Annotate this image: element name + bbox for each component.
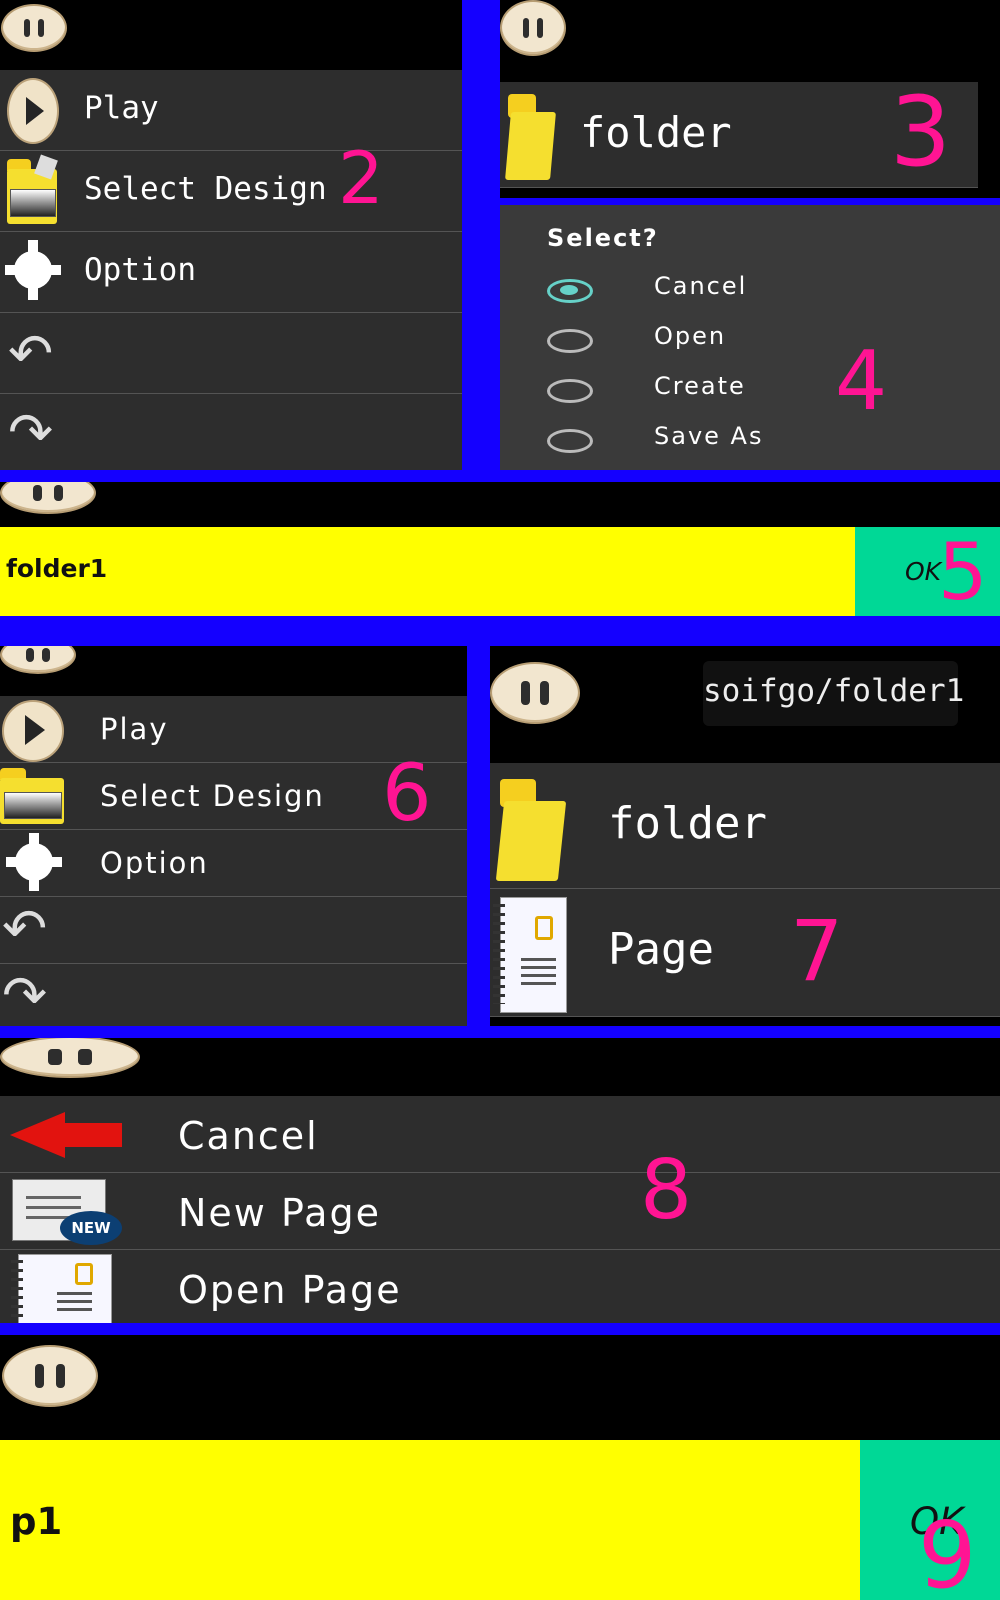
path-label: soifgo/folder1: [703, 673, 965, 709]
redo-icon: ↷: [8, 401, 54, 464]
menu-item-redo[interactable]: ↷: [0, 394, 462, 470]
action-open-page[interactable]: Open Page: [0, 1250, 1000, 1323]
menu-item-option[interactable]: Option: [0, 830, 467, 897]
back-arrow-icon: [10, 1112, 122, 1158]
undo-icon: ↶: [2, 897, 48, 960]
radio-option-cancel[interactable]: Cancel: [547, 269, 847, 309]
screen-6-main-menu: Play Select Design Option ↶ ↷ 6: [0, 646, 467, 1026]
step-marker: 5: [938, 528, 988, 616]
screen-4-select-dialog: Select? Cancel Open Create Save As 4: [500, 205, 1000, 470]
step-marker: 9: [918, 1502, 977, 1600]
pause-button[interactable]: [500, 0, 566, 56]
folder-icon: [7, 154, 58, 224]
menu-item-redo[interactable]: ↷: [0, 964, 467, 1026]
folder-icon: [0, 768, 65, 824]
menu-item-label: Select Design: [84, 171, 327, 207]
play-icon: [2, 700, 64, 762]
radio-option-open[interactable]: Open: [547, 319, 847, 359]
radio-icon[interactable]: [547, 379, 593, 403]
input-value: folder1: [6, 554, 108, 583]
action-label: Cancel: [178, 1114, 319, 1158]
folder-label: folder: [580, 108, 732, 157]
radio-label: Save As: [654, 422, 764, 450]
screen-9-page-name-input: p1 OK 9: [0, 1335, 1000, 1600]
new-page-icon: NEW: [10, 1177, 122, 1247]
page-icon: [11, 1254, 112, 1323]
page-label: Page: [608, 924, 714, 975]
current-path: soifgo/folder1: [703, 661, 964, 726]
menu-item-label: Play: [84, 90, 159, 126]
ok-button[interactable]: OK 9: [860, 1440, 1000, 1600]
step-marker: 3: [890, 76, 952, 188]
screen-8-page-actions: Cancel NEW New Page Open Page 8: [0, 1038, 1000, 1323]
folder-icon: [505, 94, 556, 180]
screen-2-main-menu: Play Select Design Option ↶ ↷ 2: [0, 0, 462, 470]
undo-icon: ↶: [8, 322, 54, 385]
menu-item-undo[interactable]: ↶: [0, 313, 462, 394]
step-marker: 7: [790, 902, 844, 1000]
step-marker: 6: [382, 749, 432, 839]
radio-label: Create: [654, 372, 746, 400]
menu-item-label: Play: [100, 712, 169, 746]
menu-item-label: Option: [84, 252, 196, 288]
radio-option-create[interactable]: Create: [547, 369, 847, 409]
pause-button[interactable]: [0, 1038, 140, 1078]
action-new-page[interactable]: NEW New Page: [0, 1173, 1000, 1250]
radio-icon[interactable]: [547, 329, 593, 353]
play-icon: [7, 78, 59, 144]
radio-icon[interactable]: [547, 429, 593, 453]
dialog-title: Select?: [547, 224, 659, 252]
radio-label: Cancel: [654, 272, 748, 300]
gear-icon: [2, 833, 66, 893]
page-row[interactable]: Page 7: [490, 889, 1000, 1017]
gear-icon: [5, 238, 61, 308]
step-marker: 2: [338, 136, 384, 220]
pause-button[interactable]: [2, 1345, 98, 1407]
menu-item-label: Select Design: [100, 779, 325, 813]
radio-selected-icon[interactable]: [547, 279, 593, 303]
menu-item-label: Option: [100, 846, 209, 880]
page-name-input[interactable]: p1: [0, 1440, 860, 1600]
folder-row[interactable]: folder: [490, 763, 1000, 889]
action-label: New Page: [178, 1191, 381, 1235]
folder-label: folder: [608, 798, 767, 849]
menu-item-option[interactable]: Option: [0, 232, 462, 313]
radio-option-save-as[interactable]: Save As: [547, 419, 877, 459]
menu-item-play[interactable]: Play: [0, 70, 462, 151]
screen-7-folder-contents: soifgo/folder1 folder Page 7: [490, 646, 1000, 1026]
pause-button[interactable]: [0, 482, 96, 514]
action-cancel[interactable]: Cancel: [0, 1096, 1000, 1173]
folder-icon: [495, 779, 567, 884]
screen-3-folder-list: folder 3: [500, 0, 1000, 198]
step-marker: 8: [640, 1143, 693, 1238]
menu-item-undo[interactable]: ↶: [0, 897, 467, 964]
pause-button[interactable]: [490, 662, 580, 724]
ok-label: OK: [905, 557, 942, 586]
menu-item-select-design[interactable]: Select Design: [0, 151, 462, 232]
action-label: Open Page: [178, 1268, 402, 1312]
screen-5-folder-name-input: folder1 OK 5: [0, 482, 1000, 616]
pause-button[interactable]: [0, 646, 76, 674]
folder-name-input[interactable]: folder1: [0, 527, 855, 616]
radio-label: Open: [654, 322, 727, 350]
folder-row[interactable]: folder 3: [500, 82, 978, 188]
new-badge: NEW: [60, 1211, 122, 1245]
pause-button[interactable]: [1, 4, 67, 52]
page-icon: [493, 897, 567, 1013]
step-marker: 4: [835, 334, 888, 429]
redo-icon: ↷: [2, 964, 48, 1026]
input-value: p1: [10, 1500, 63, 1543]
ok-button[interactable]: OK 5: [855, 527, 1000, 616]
